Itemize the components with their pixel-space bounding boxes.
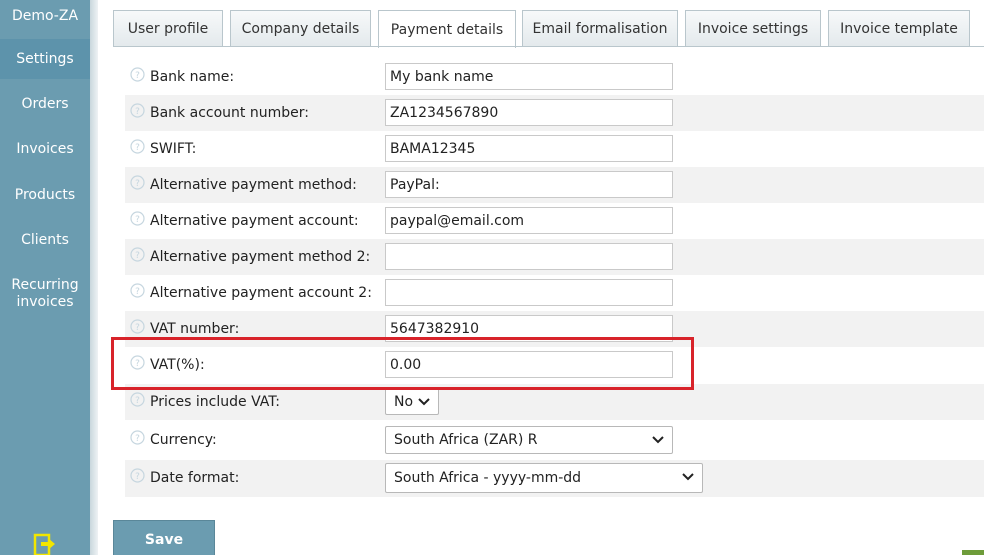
help-icon[interactable]: ?	[130, 103, 145, 118]
brand-label[interactable]: Demo-ZA	[0, 8, 90, 24]
svg-text:?: ?	[135, 215, 140, 225]
alt-method2-row: ? Alternative payment method 2:	[125, 239, 984, 275]
tab-label: Invoice template	[840, 21, 958, 37]
svg-text:?: ?	[135, 323, 140, 333]
tab-payment-details[interactable]: Payment details	[378, 10, 516, 48]
save-button-label: Save	[144, 532, 184, 548]
vat-percent-input[interactable]	[385, 351, 673, 378]
svg-text:?: ?	[135, 287, 140, 297]
prices-include-vat-value: No	[394, 393, 414, 410]
svg-text:?: ?	[135, 434, 140, 444]
sidebar-item-products[interactable]: Products	[0, 187, 90, 204]
alt-account2-label: Alternative payment account 2:	[150, 285, 372, 301]
alt-account-row: ? Alternative payment account:	[125, 203, 984, 239]
bank-name-row: ? Bank name:	[125, 59, 984, 95]
bank-name-input[interactable]	[385, 63, 673, 90]
exit-icon[interactable]	[33, 533, 57, 555]
help-icon[interactable]: ?	[130, 283, 145, 298]
alt-account-label: Alternative payment account:	[150, 213, 359, 229]
tab-label: Invoice settings	[697, 21, 809, 37]
tab-email-formalisation[interactable]: Email formalisation	[522, 10, 678, 47]
corner-indicator	[962, 550, 984, 555]
help-icon[interactable]: ?	[130, 319, 145, 334]
alt-method2-label: Alternative payment method 2:	[150, 249, 371, 265]
vat-percent-row: ? VAT(%):	[125, 347, 984, 383]
help-icon[interactable]: ?	[130, 211, 145, 226]
bank-name-label: Bank name:	[150, 69, 235, 85]
help-icon[interactable]: ?	[130, 392, 145, 407]
date-format-value: South Africa - yyyy-mm-dd	[394, 470, 582, 486]
currency-select[interactable]: South Africa (ZAR) R	[385, 426, 673, 454]
vat-number-input[interactable]	[385, 315, 673, 342]
sidebar: Demo-ZA Settings Orders Invoices Product…	[0, 0, 90, 555]
sidebar-item-label: Clients	[21, 232, 69, 248]
tab-label: Payment details	[390, 21, 504, 38]
svg-text:?: ?	[135, 107, 140, 117]
save-button[interactable]: Save	[113, 520, 215, 555]
bank-account-label: Bank account number:	[150, 105, 309, 121]
svg-text:?: ?	[135, 179, 140, 189]
alt-account2-row: ? Alternative payment account 2:	[125, 275, 984, 311]
tab-label: Company details	[241, 21, 360, 37]
sidebar-item-invoices[interactable]: Invoices	[0, 141, 90, 158]
sidebar-item-settings[interactable]: Settings	[0, 39, 90, 79]
help-icon[interactable]: ?	[130, 175, 145, 190]
prices-include-vat-label: Prices include VAT:	[150, 394, 280, 410]
vat-number-row: ? VAT number:	[125, 311, 984, 347]
svg-text:?: ?	[135, 71, 140, 81]
tab-company-details[interactable]: Company details	[230, 10, 371, 47]
prices-include-vat-select[interactable]: No	[385, 388, 439, 415]
swift-input[interactable]	[385, 135, 673, 162]
sidebar-item-label: Products	[14, 187, 76, 203]
date-format-row: ? Date format: South Africa - yyyy-mm-dd	[125, 460, 984, 497]
vat-number-label: VAT number:	[150, 321, 240, 337]
alt-method2-input[interactable]	[385, 243, 673, 270]
sidebar-item-recurring-invoices[interactable]: Recurring invoices	[0, 277, 90, 311]
alt-account-input[interactable]	[385, 207, 673, 234]
svg-text:?: ?	[135, 251, 140, 261]
swift-label: SWIFT:	[150, 141, 197, 157]
help-icon[interactable]: ?	[130, 67, 145, 82]
help-icon[interactable]: ?	[130, 468, 145, 483]
tab-underline	[113, 46, 984, 47]
prices-include-vat-row: ? Prices include VAT: No	[125, 384, 984, 420]
sidebar-item-clients[interactable]: Clients	[0, 232, 90, 249]
alt-account2-input[interactable]	[385, 279, 673, 306]
sidebar-edge	[90, 0, 98, 555]
sidebar-item-label: Invoices	[16, 141, 74, 157]
tab-invoice-settings[interactable]: Invoice settings	[685, 10, 821, 47]
help-icon[interactable]: ?	[130, 247, 145, 262]
svg-text:?: ?	[135, 359, 140, 369]
svg-text:?: ?	[135, 396, 140, 406]
sidebar-item-label: Orders	[21, 96, 69, 112]
svg-text:?: ?	[135, 143, 140, 153]
sidebar-item-label: Recurring	[11, 277, 79, 293]
alt-method-input[interactable]	[385, 171, 673, 198]
help-icon[interactable]: ?	[130, 139, 145, 154]
tab-label: User profile	[127, 21, 209, 37]
svg-text:?: ?	[135, 472, 140, 482]
sidebar-item-label-line2: invoices	[16, 294, 74, 310]
alt-method-label: Alternative payment method:	[150, 177, 357, 193]
tab-label: Email formalisation	[532, 21, 668, 37]
tab-invoice-template[interactable]: Invoice template	[828, 10, 970, 47]
currency-label: Currency:	[150, 432, 217, 448]
tab-user-profile[interactable]: User profile	[113, 10, 223, 47]
currency-value: South Africa (ZAR) R	[394, 432, 538, 448]
currency-row: ? Currency: South Africa (ZAR) R	[125, 422, 984, 458]
vat-percent-label: VAT(%):	[150, 357, 205, 373]
help-icon[interactable]: ?	[130, 355, 145, 370]
swift-row: ? SWIFT:	[125, 131, 984, 167]
alt-method-row: ? Alternative payment method:	[125, 167, 984, 203]
chevron-down-icon	[418, 398, 430, 406]
bank-account-input[interactable]	[385, 99, 673, 126]
bank-account-row: ? Bank account number:	[125, 95, 984, 131]
sidebar-item-orders[interactable]: Orders	[0, 96, 90, 113]
chevron-down-icon	[652, 436, 664, 444]
chevron-down-icon	[682, 473, 694, 481]
help-icon[interactable]: ?	[130, 430, 145, 445]
date-format-label: Date format:	[150, 470, 240, 486]
sidebar-item-label: Settings	[16, 51, 74, 67]
date-format-select[interactable]: South Africa - yyyy-mm-dd	[385, 463, 703, 493]
